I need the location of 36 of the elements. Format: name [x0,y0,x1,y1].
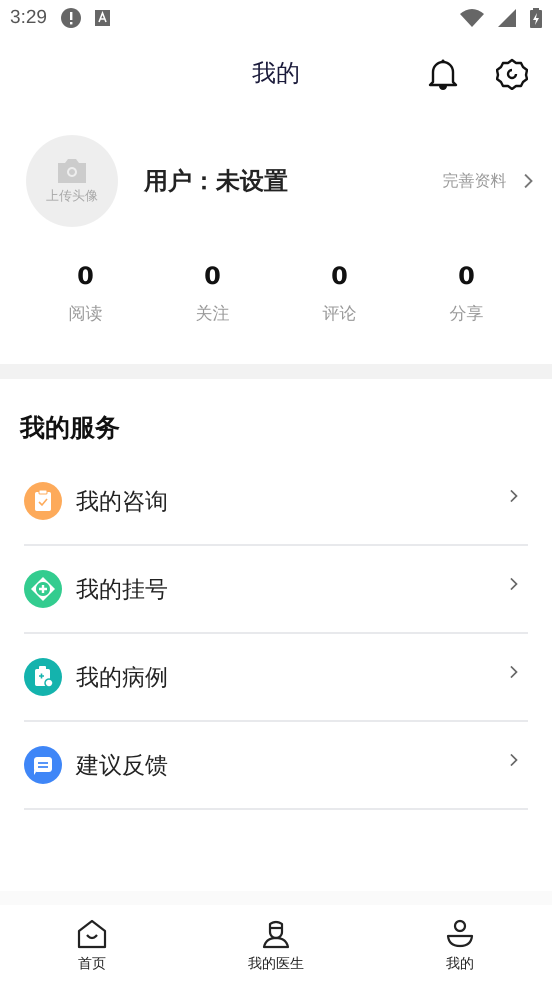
keyboard-icon [94,10,110,26]
battery-icon [530,8,542,28]
avatar-label: 上传头像 [46,188,98,205]
service-item[interactable]: 我的病例 [24,634,528,722]
wifi-icon [460,9,484,27]
section-title: 我的服务 [18,412,121,444]
tab[interactable]: 我的医生 [184,905,368,983]
alert-icon [60,8,81,28]
tab[interactable]: 我的 [368,905,552,983]
status-time: 3:29 [10,7,47,29]
chevron-right-icon [510,577,518,591]
stat-value: 0 [204,262,221,290]
stat-label: 分享 [450,303,484,325]
chevron-right-icon [510,753,518,767]
chevron-right-icon [524,173,534,189]
tab[interactable]: 首页 [0,905,184,983]
stat-value: 0 [458,262,475,290]
doctor-icon [262,919,290,949]
stat-label: 评论 [322,303,356,325]
user-name: 用户：未设置 [144,166,289,197]
service-item[interactable]: 我的咨询 [24,458,528,546]
stat-label: 阅读 [68,303,102,325]
page-title: 我的 [252,58,300,89]
home-icon [77,919,107,949]
service-item[interactable]: 我的挂号 [24,546,528,634]
stat-label: 关注 [196,303,230,325]
service-item[interactable]: 建议反馈 [24,722,528,810]
settings-icon[interactable] [496,58,528,90]
user-icon [446,919,474,949]
stat-value: 0 [77,262,94,290]
stat-value: 0 [331,262,348,290]
signal-icon [498,9,516,27]
chevron-right-icon [510,489,518,503]
bell-icon[interactable] [428,58,458,90]
chevron-right-icon [510,665,518,679]
camera-icon [56,157,88,183]
